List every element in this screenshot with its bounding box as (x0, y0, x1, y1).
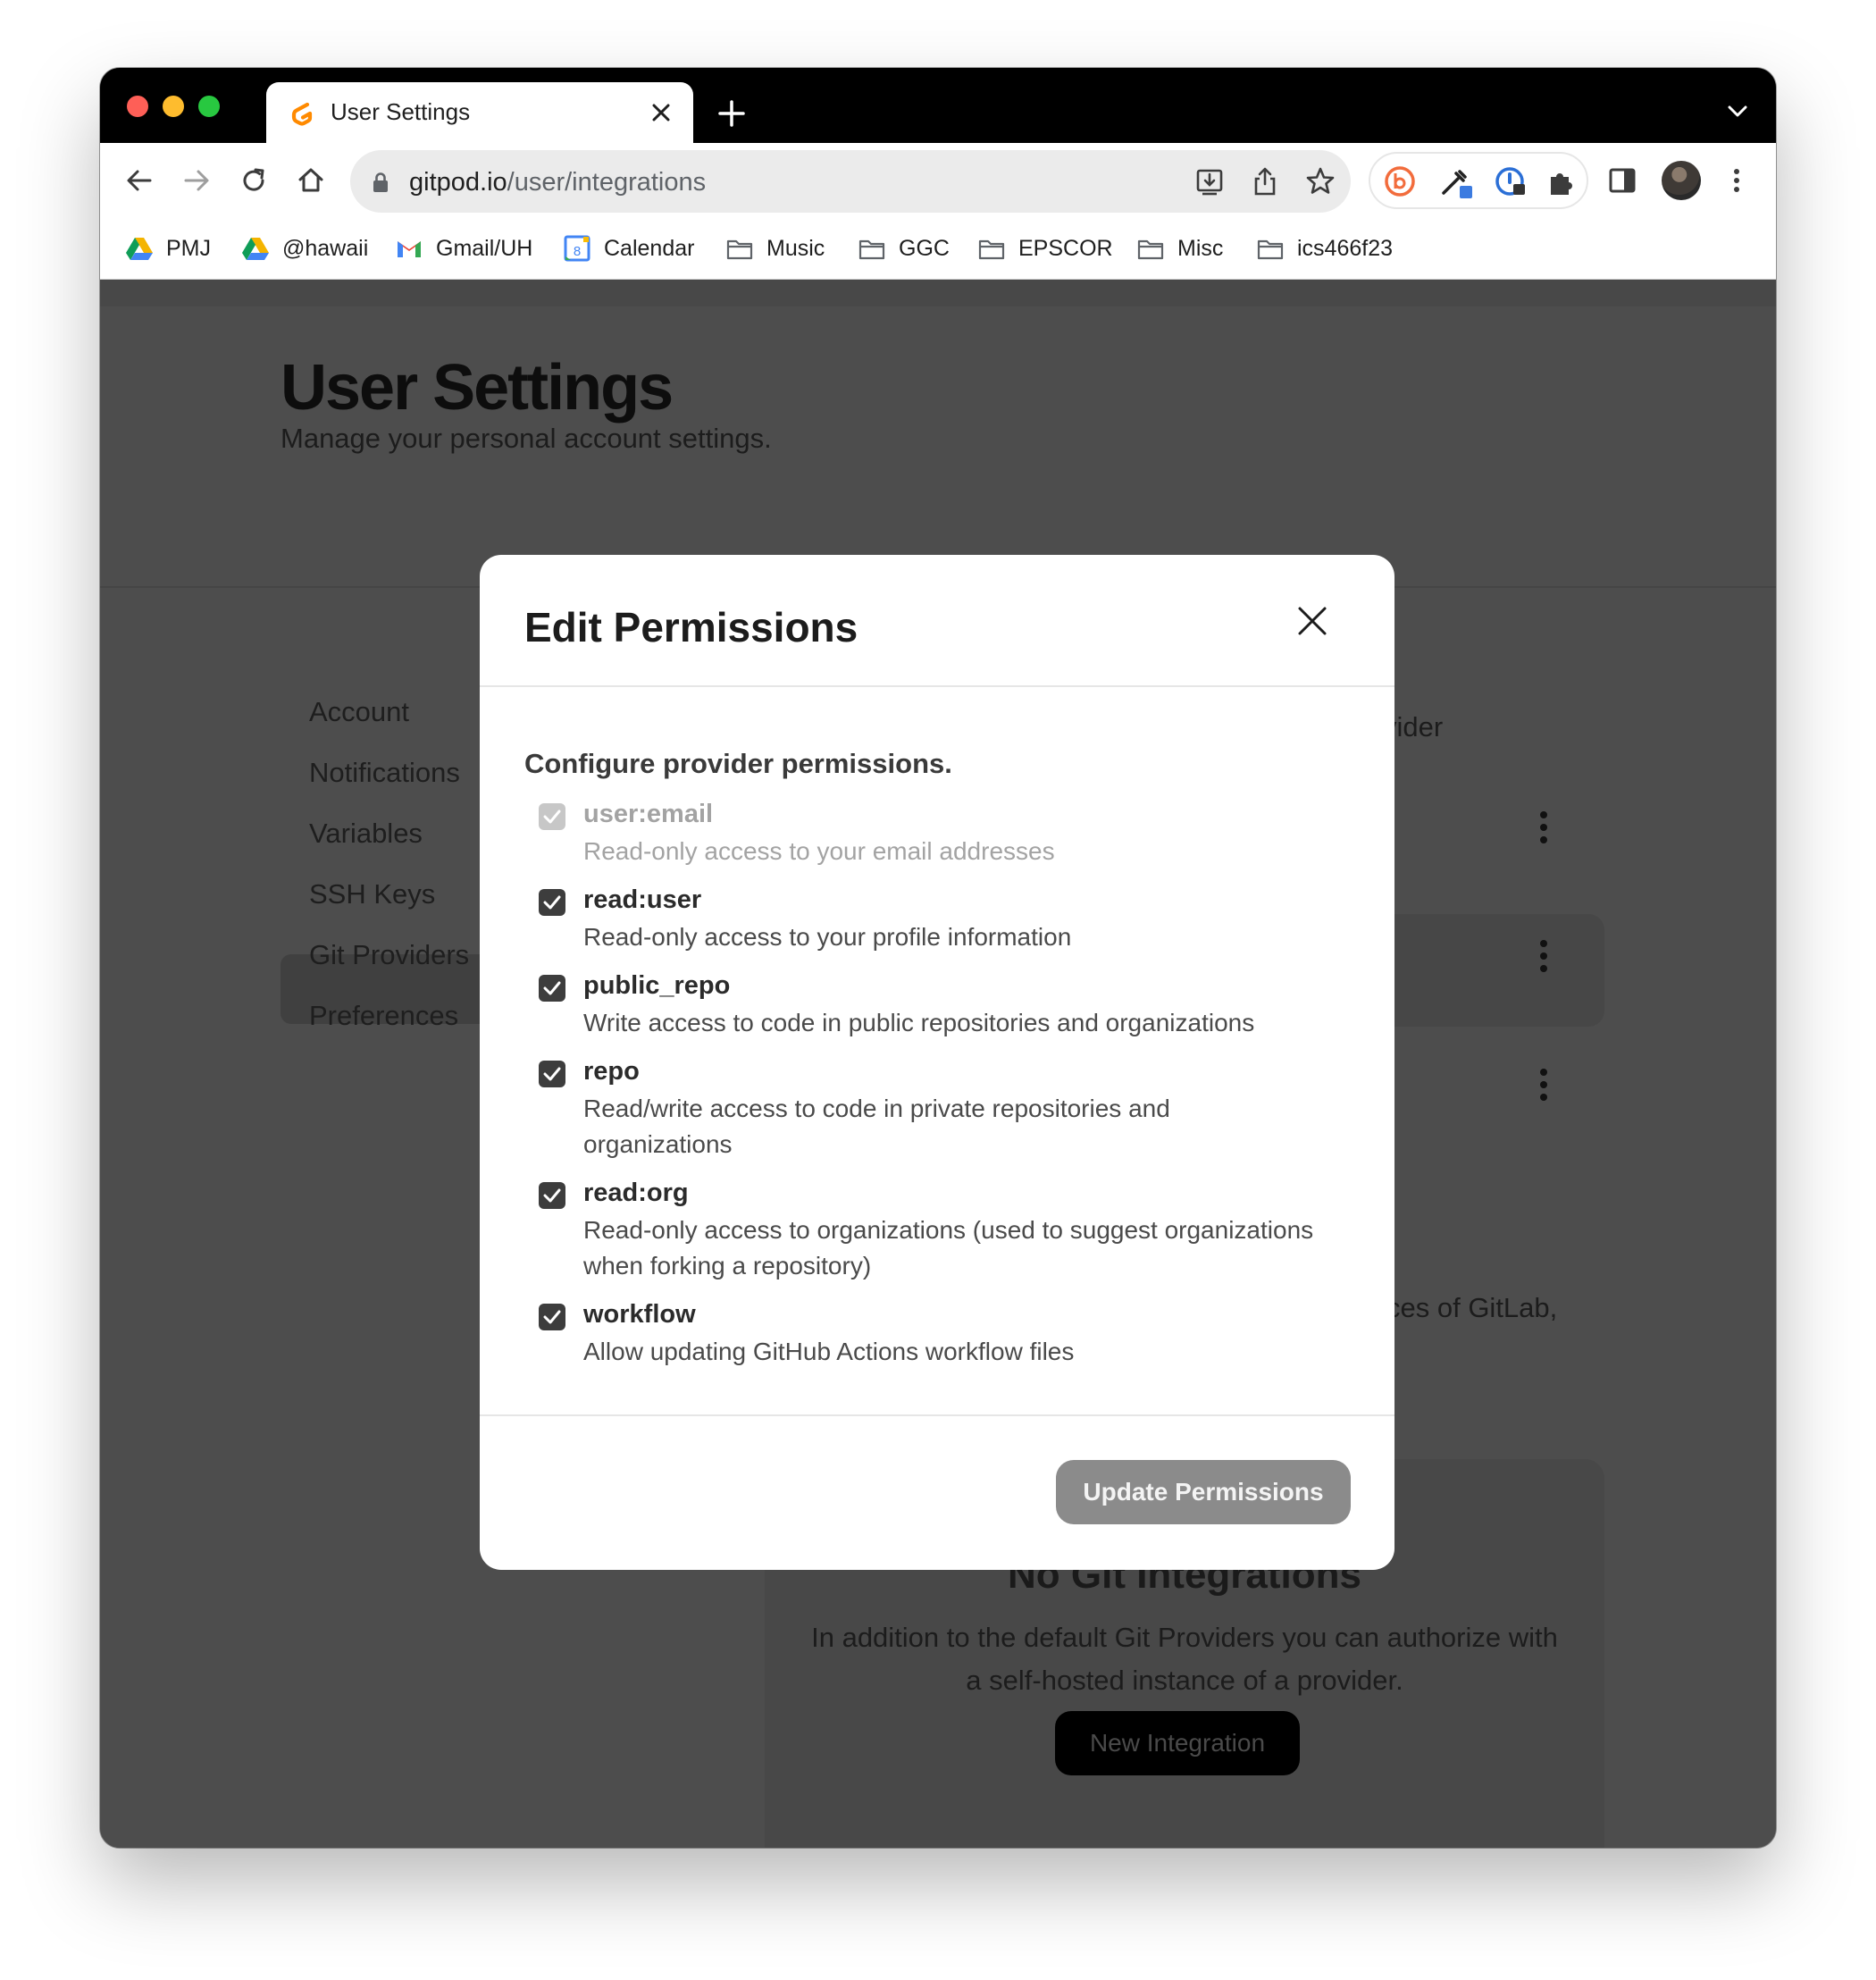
url-text: gitpod.io/user/integrations (409, 168, 707, 197)
permission-description: Read-only access to your email addresses (583, 837, 1055, 865)
browser-toolbar: gitpod.io/user/integrations (100, 143, 1776, 218)
svg-text:8: 8 (574, 244, 581, 259)
bookmark-misc[interactable]: Misc (1136, 231, 1223, 266)
extensions-puzzle-icon[interactable] (1544, 164, 1578, 198)
browser-window: User Settings gitpod.io/user/integration… (100, 68, 1776, 1848)
permission-description: Read-only access to your profile informa… (583, 923, 1072, 951)
permission-name: repo (583, 1057, 640, 1086)
permission-description: Read-only access to organizations (used … (583, 1216, 1314, 1279)
new-tab-icon[interactable] (716, 98, 747, 129)
folder-icon (1257, 239, 1284, 260)
permission-name: read:user (583, 885, 702, 914)
honey-extension-icon[interactable] (1383, 164, 1417, 198)
checkmark-icon (543, 981, 561, 995)
checkmark-icon (543, 1310, 561, 1324)
reload-icon[interactable] (236, 163, 272, 198)
more-vert-icon[interactable] (1719, 163, 1755, 198)
modal-intro: Configure provider permissions. (524, 748, 952, 779)
profile-avatar[interactable] (1662, 161, 1701, 200)
side-panel-icon[interactable] (1604, 163, 1640, 198)
home-icon[interactable] (293, 163, 329, 198)
color-picker-extension-icon[interactable] (1438, 164, 1472, 198)
tab-user-settings[interactable]: User Settings (266, 82, 693, 143)
close-icon[interactable] (1293, 601, 1332, 641)
checkbox-workflow[interactable] (539, 1304, 565, 1330)
gmail-icon (398, 241, 421, 257)
folder-icon (1137, 239, 1164, 260)
modal-header-divider (480, 685, 1394, 687)
checkbox-repo[interactable] (539, 1061, 565, 1087)
tab-strip: User Settings (100, 68, 1776, 143)
permission-description: Read/write access to code in private rep… (583, 1095, 1170, 1158)
folder-icon (978, 239, 1005, 260)
permission-name: read:org (583, 1179, 689, 1207)
tab-title: User Settings (331, 98, 471, 125)
bookmark-hawaii[interactable]: @hawaii (241, 231, 368, 266)
google-drive-icon (126, 238, 153, 260)
checkmark-icon (543, 1067, 561, 1081)
new-integration-button[interactable]: New Integration (1055, 1711, 1300, 1775)
sidebar-item-preferences[interactable]: Preferences (309, 1000, 458, 1032)
permission-description: Write access to code in public repositor… (583, 1009, 1255, 1036)
bookmark-pmj[interactable]: PMJ (125, 231, 211, 266)
folder-icon (858, 239, 885, 260)
checkbox-read-user[interactable] (539, 889, 565, 916)
checkbox-public-repo[interactable] (539, 975, 565, 1002)
more-vert-icon[interactable] (1540, 811, 1547, 843)
checkmark-icon (543, 810, 561, 824)
chevron-down-icon[interactable] (1726, 104, 1749, 120)
bookmark-calendar[interactable]: 8 Calendar (563, 231, 694, 266)
minimize-window-button[interactable] (163, 96, 184, 117)
sidebar-item-variables[interactable]: Variables (309, 818, 423, 850)
more-vert-icon[interactable] (1540, 940, 1547, 972)
empty-state-text: In addition to the default Git Providers… (811, 1622, 1558, 1696)
bookmark-ics466f23[interactable]: ics466f23 (1256, 231, 1393, 266)
gitpod-logo-icon (291, 102, 313, 126)
update-permissions-button[interactable]: Update Permissions (1056, 1460, 1351, 1524)
permission-description: Allow updating GitHub Actions workflow f… (583, 1338, 1075, 1365)
bookmark-music[interactable]: Music (725, 231, 825, 266)
modal-footer-divider (480, 1414, 1394, 1416)
bookmark-star-icon[interactable] (1304, 165, 1336, 197)
sidebar-item-ssh-keys[interactable]: SSH Keys (309, 878, 435, 910)
google-drive-icon (242, 238, 269, 260)
address-bar[interactable]: gitpod.io/user/integrations (350, 150, 1351, 213)
more-vert-icon[interactable] (1540, 1069, 1547, 1101)
bookmarks-bar: PMJ @hawaii Gmail/UH 8 Calendar Music GG… (100, 218, 1776, 280)
checkmark-icon (543, 895, 561, 910)
close-window-button[interactable] (127, 96, 148, 117)
checkbox-user-email[interactable] (539, 803, 565, 830)
checkbox-read-org[interactable] (539, 1182, 565, 1209)
lock-icon[interactable] (372, 172, 389, 193)
bookmark-ggc[interactable]: GGC (858, 231, 950, 266)
permission-name: public_repo (583, 971, 731, 1000)
back-arrow-icon[interactable] (121, 163, 157, 198)
sidebar-item-git-providers[interactable]: Git Providers (309, 939, 469, 971)
google-calendar-icon: 8 (564, 235, 590, 262)
extensions-group (1369, 152, 1588, 209)
zoom-window-button[interactable] (198, 96, 220, 117)
page-subtitle: Manage your personal account settings. (281, 423, 772, 454)
close-icon[interactable] (649, 100, 674, 125)
modal-title: Edit Permissions (524, 604, 858, 650)
share-icon[interactable] (1249, 165, 1281, 197)
password-manager-extension-icon[interactable] (1494, 164, 1528, 198)
edit-permissions-modal: Edit Permissions Configure provider perm… (480, 555, 1394, 1570)
page-title: User Settings (281, 352, 674, 424)
sidebar-item-notifications[interactable]: Notifications (309, 757, 460, 789)
checkmark-icon (543, 1188, 561, 1203)
forward-arrow-icon[interactable] (179, 163, 214, 198)
sidebar-item-account[interactable]: Account (309, 696, 409, 728)
folder-icon (726, 239, 753, 260)
bookmark-epscor[interactable]: EPSCOR (977, 231, 1113, 266)
bookmark-gmail[interactable]: Gmail/UH (395, 231, 532, 266)
install-app-icon[interactable] (1193, 165, 1226, 197)
integrations-description-fragment: ces of GitLab, (1386, 1292, 1558, 1323)
permission-name: workflow (583, 1300, 696, 1329)
permission-name: user:email (583, 800, 714, 828)
